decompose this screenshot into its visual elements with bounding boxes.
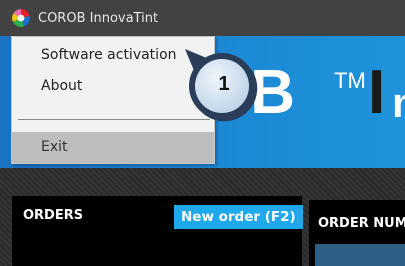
order-number-panel: ORDER NUM xyxy=(309,200,405,266)
order-number-field[interactable] xyxy=(315,244,405,266)
menu-item-exit[interactable]: Exit xyxy=(12,132,214,163)
corob-logo-icon[interactable] xyxy=(12,9,30,27)
trademark-symbol: TM xyxy=(334,68,366,93)
title-bar[interactable]: COROB InnovaTint xyxy=(0,0,405,36)
order-number-panel-title: ORDER NUM xyxy=(318,216,405,231)
orders-panel: ORDERS New order (F2) xyxy=(12,196,303,266)
orders-panel-title: ORDERS xyxy=(23,208,84,223)
brand-wordmark-tail: I xyxy=(368,58,386,127)
new-order-button[interactable]: New order (F2) xyxy=(174,205,303,229)
step-callout-number: 1 xyxy=(218,73,230,95)
window-title: COROB InnovaTint xyxy=(38,10,159,26)
brand-wordmark-tail-2: n xyxy=(392,79,405,126)
